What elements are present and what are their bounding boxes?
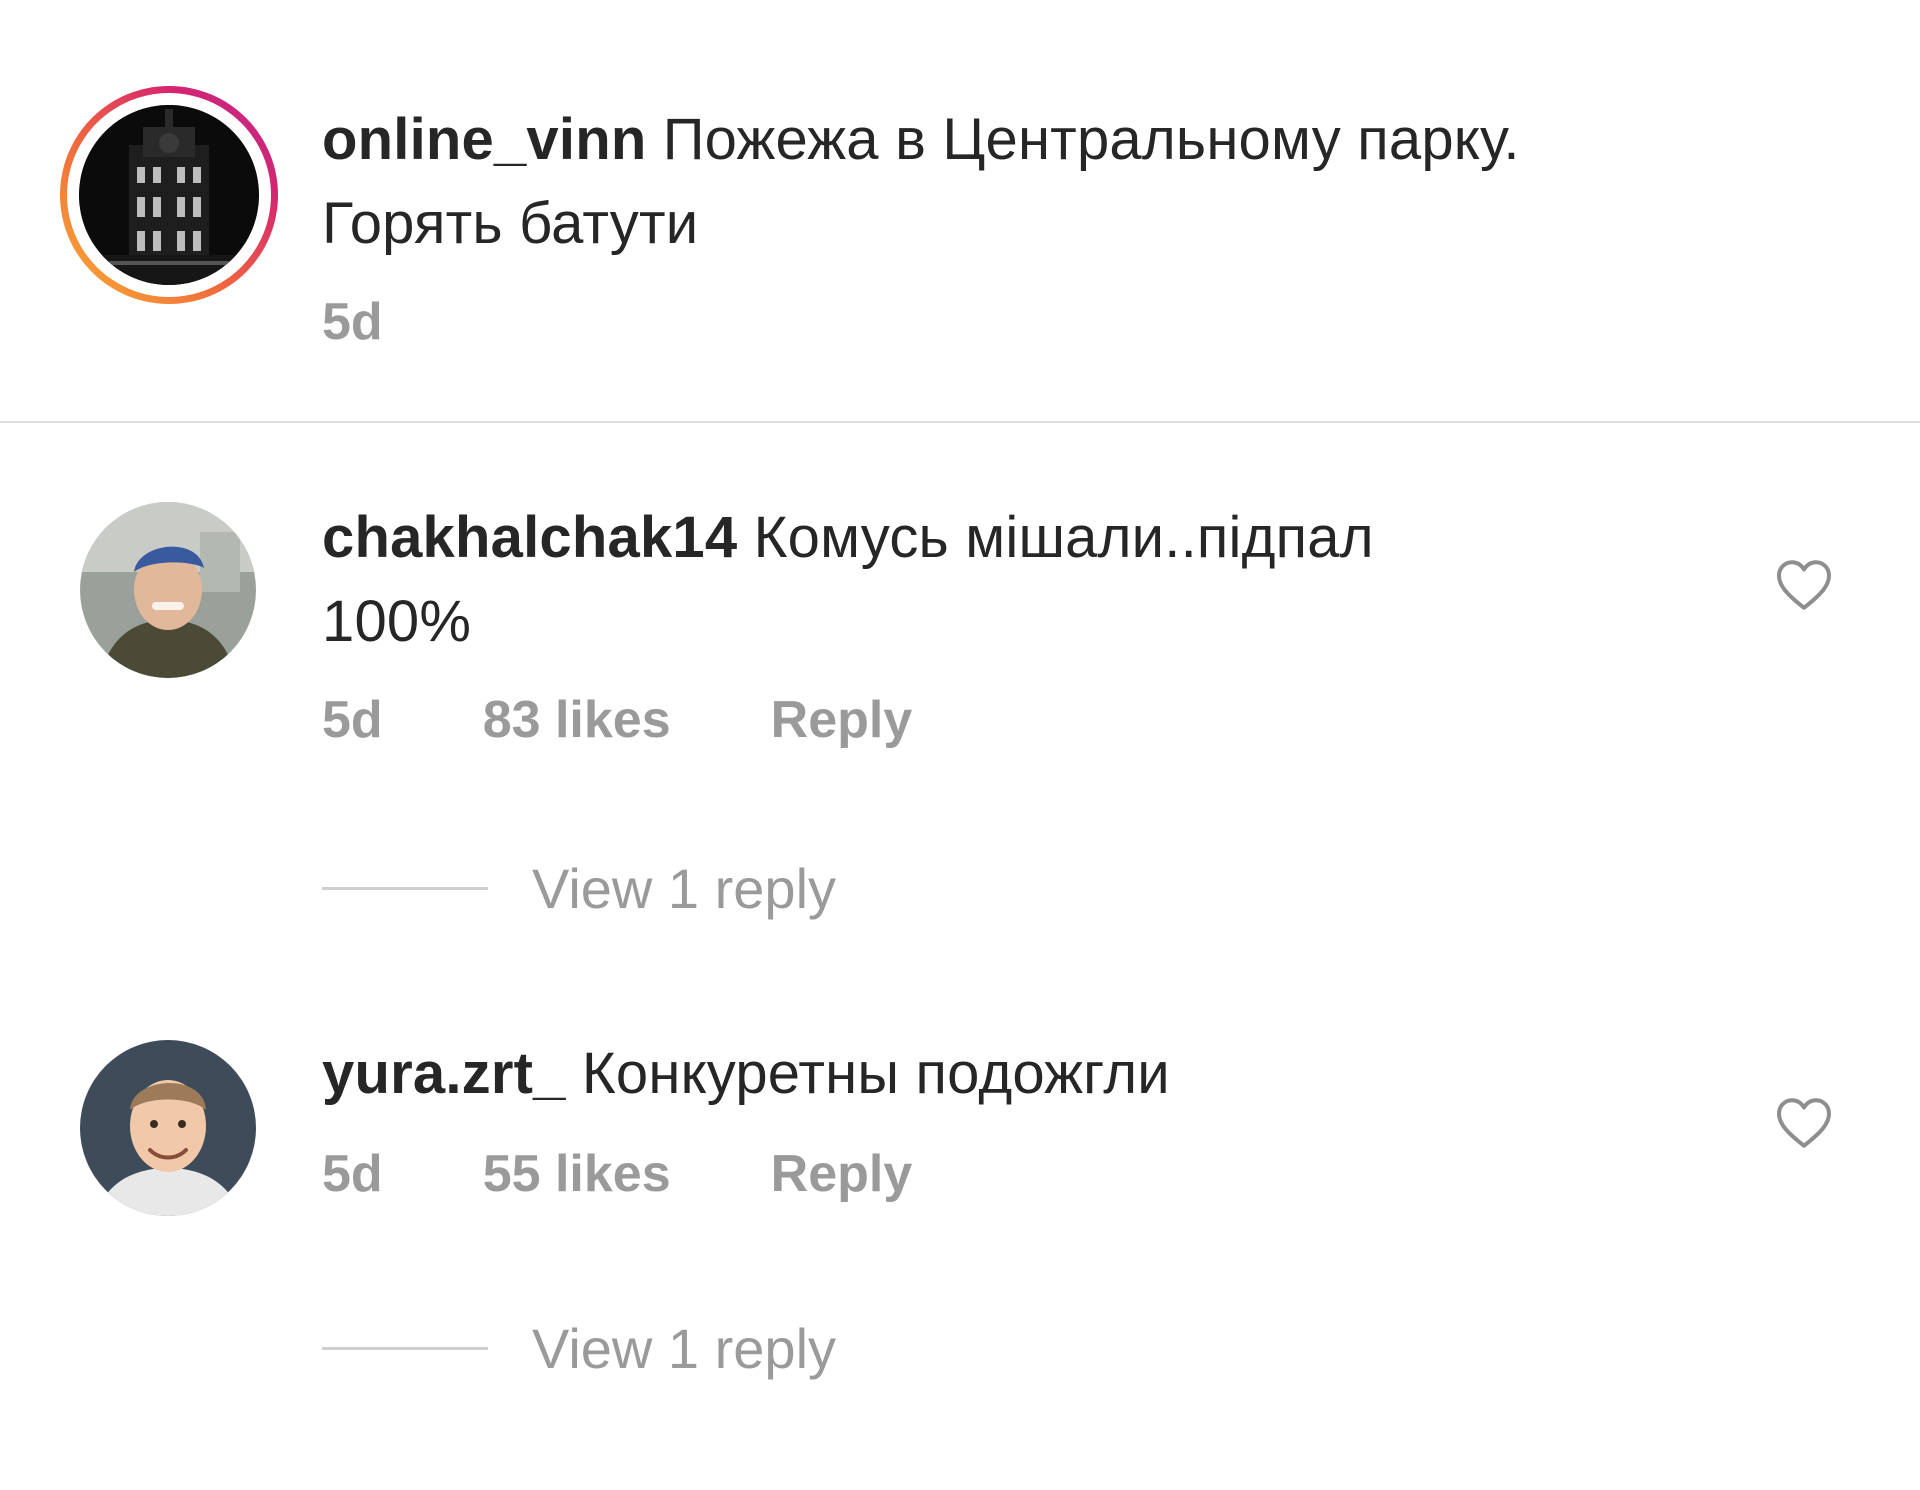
- story-ring-avatar[interactable]: [60, 86, 278, 304]
- view-replies-button[interactable]: View 1 reply: [322, 1316, 836, 1381]
- comment-meta: 5d 55 likes Reply: [322, 1144, 1012, 1204]
- caption-text: online_vinn Пожежа в Центральному парку.…: [322, 98, 1520, 266]
- caption-timestamp: 5d: [322, 293, 383, 351]
- comment-text-line2: 100%: [322, 589, 472, 654]
- view-replies-line: [322, 887, 488, 890]
- like-count[interactable]: 55 likes: [483, 1144, 671, 1204]
- caption-meta: 5d: [322, 292, 483, 352]
- caption-text-line2: Горять батути: [322, 191, 699, 256]
- divider: [0, 421, 1920, 423]
- comment-body: chakhalchak14 Комусь мішали..підпал 100%: [322, 496, 1374, 664]
- caption-text-line1: Пожежа в Центральному парку.: [662, 107, 1520, 172]
- comments-screen: online_vinn Пожежа в Центральному парку.…: [0, 0, 1920, 1490]
- view-replies-label: View 1 reply: [532, 857, 837, 920]
- like-count[interactable]: 83 likes: [483, 690, 671, 750]
- heart-outline-icon[interactable]: [1774, 556, 1834, 612]
- view-replies-label: View 1 reply: [532, 1317, 837, 1380]
- comment-body: yura.zrt_ Конкуретны подожгли: [322, 1032, 1170, 1116]
- reply-button[interactable]: Reply: [771, 690, 913, 750]
- comment-text-line1: Конкуретны подожгли: [581, 1041, 1170, 1106]
- view-replies-button[interactable]: View 1 reply: [322, 856, 836, 921]
- comment-username[interactable]: yura.zrt_: [322, 1041, 566, 1106]
- comment-timestamp: 5d: [322, 1145, 383, 1203]
- avatar[interactable]: [80, 502, 256, 678]
- post-caption: online_vinn Пожежа в Центральному парку.…: [0, 0, 1920, 422]
- reply-button[interactable]: Reply: [771, 1144, 913, 1204]
- comment-username[interactable]: chakhalchak14: [322, 505, 737, 570]
- comment-text-line1: Комусь мішали..підпал: [753, 505, 1374, 570]
- avatar: [79, 105, 259, 285]
- view-replies-line: [322, 1347, 488, 1350]
- comment-meta: 5d 83 likes Reply: [322, 690, 1012, 750]
- avatar[interactable]: [80, 1040, 256, 1216]
- caption-username[interactable]: online_vinn: [322, 107, 646, 172]
- heart-outline-icon[interactable]: [1774, 1094, 1834, 1150]
- comment-timestamp: 5d: [322, 691, 383, 749]
